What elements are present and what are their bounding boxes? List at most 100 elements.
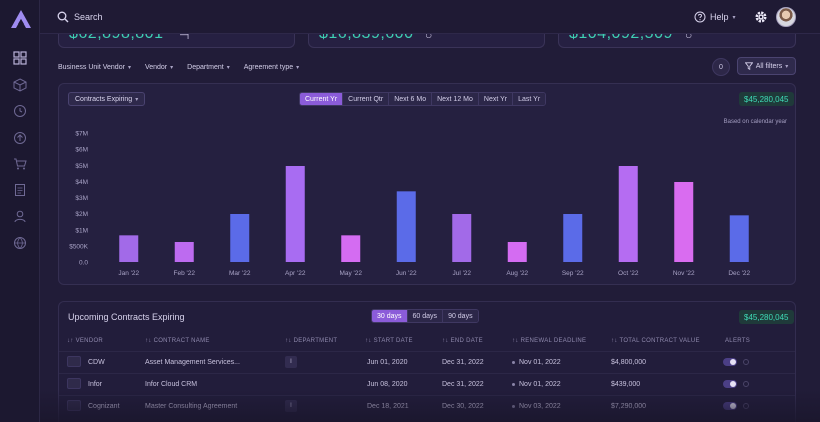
column-header-alerts: ALERTS bbox=[725, 338, 750, 344]
header-label: ALERTS bbox=[725, 338, 751, 344]
vendor-cell: CDW bbox=[88, 359, 105, 366]
all-filters-label: All filters bbox=[755, 62, 783, 70]
table-row[interactable]: CDW Asset Management Services... I Jun 0… bbox=[59, 351, 795, 373]
filter-label: Business Unit Vendor bbox=[58, 63, 125, 71]
kpi-value: $16,839,600 bbox=[319, 34, 413, 43]
column-header-end-date[interactable]: ↑↓ END DATE bbox=[442, 338, 483, 344]
bar-9[interactable] bbox=[618, 166, 638, 262]
renewal-date: Nov 03, 2022 bbox=[519, 403, 561, 410]
total-value-cell: $4,800,000 bbox=[611, 359, 647, 366]
bar-10[interactable] bbox=[674, 182, 694, 262]
cart-icon[interactable] bbox=[13, 157, 27, 171]
column-header-renewal-deadline[interactable]: ↑↓ RENEWAL DEADLINE bbox=[512, 338, 586, 344]
kpi-icon: ○ bbox=[685, 34, 693, 42]
chevron-down-icon: ▾ bbox=[170, 64, 174, 71]
bar-8[interactable] bbox=[563, 214, 583, 262]
document-icon[interactable] bbox=[13, 183, 27, 197]
column-header-contract-name[interactable]: ↑↓ CONTRACT NAME bbox=[145, 338, 210, 344]
y-tick-label: $6M bbox=[75, 147, 88, 154]
x-tick-label: Oct '22 bbox=[618, 270, 639, 277]
contracts-expiring-chart-card: Contracts Expiring ▾ Current Yr Current … bbox=[58, 83, 796, 285]
x-tick-label: May '22 bbox=[339, 270, 362, 277]
end-date-cell: Dec 31, 2022 bbox=[442, 381, 484, 388]
chevron-down-icon: ▾ bbox=[226, 64, 230, 71]
avatar[interactable] bbox=[776, 7, 796, 27]
help-menu[interactable]: Help ▾ bbox=[694, 10, 736, 24]
header-label: END DATE bbox=[450, 338, 483, 344]
filter-agreement-type[interactable]: Agreement type ▾ bbox=[244, 60, 299, 74]
bar-11[interactable] bbox=[729, 215, 749, 262]
user-icon[interactable] bbox=[13, 209, 27, 223]
table-row[interactable]: Infor Infor Cloud CRM Jun 08, 2020 Dec 3… bbox=[59, 373, 795, 395]
end-date-cell: Dec 31, 2022 bbox=[442, 359, 484, 366]
department-badge: I bbox=[285, 400, 297, 412]
chevron-down-icon: ▾ bbox=[296, 64, 300, 71]
renewal-deadline-cell: Nov 01, 2022 bbox=[512, 359, 561, 366]
y-tick-label: $4M bbox=[75, 179, 88, 186]
gear-icon[interactable] bbox=[754, 10, 768, 24]
bar-4[interactable] bbox=[341, 235, 361, 262]
y-tick-label: $2M bbox=[75, 211, 88, 218]
x-tick-label: Jul '22 bbox=[452, 270, 471, 277]
contract-name-cell[interactable]: Master Consulting Agreement bbox=[145, 403, 237, 410]
tab-90-days[interactable]: 90 days bbox=[443, 310, 478, 322]
clock-icon[interactable] bbox=[13, 104, 27, 118]
filter-business-unit[interactable]: Business Unit Vendor ▾ bbox=[58, 60, 131, 74]
alert-toggle[interactable] bbox=[723, 358, 737, 366]
contract-name-cell[interactable]: Asset Management Services... bbox=[145, 359, 240, 366]
alert-indicator bbox=[743, 359, 749, 365]
filter-vendor[interactable]: Vendor ▾ bbox=[145, 60, 173, 74]
y-tick-label: 0.0 bbox=[79, 260, 88, 267]
column-header-vendor[interactable]: ↓↑ VENDOR bbox=[67, 338, 103, 344]
column-header-department[interactable]: ↑↓ DEPARTMENT bbox=[285, 338, 337, 344]
cube-icon[interactable] bbox=[13, 78, 27, 92]
bar-3[interactable] bbox=[285, 166, 305, 262]
x-tick-label: Jun '22 bbox=[396, 270, 417, 277]
contract-name-cell[interactable]: Infor Cloud CRM bbox=[145, 381, 197, 388]
bar-2[interactable] bbox=[230, 214, 250, 262]
upload-icon[interactable] bbox=[13, 131, 27, 145]
tab-60-days[interactable]: 60 days bbox=[407, 310, 444, 322]
bar-1[interactable] bbox=[174, 242, 194, 262]
renewal-date: Nov 01, 2022 bbox=[519, 381, 561, 388]
renewal-deadline-cell: Nov 03, 2022 bbox=[512, 403, 561, 410]
globe-icon[interactable] bbox=[13, 236, 27, 250]
vendor-cell: Infor bbox=[88, 381, 103, 388]
alert-toggle[interactable] bbox=[723, 402, 737, 410]
filter-icon bbox=[744, 62, 753, 70]
top-bar: Help ▾ bbox=[40, 0, 820, 34]
bar-7[interactable] bbox=[507, 242, 527, 262]
dashboard-icon[interactable] bbox=[13, 51, 27, 65]
alert-indicator bbox=[743, 381, 749, 387]
vendor-logo bbox=[67, 356, 81, 367]
vendor-logo bbox=[67, 378, 81, 389]
header-label: START DATE bbox=[373, 338, 413, 344]
total-value-cell: $7,290,000 bbox=[611, 403, 647, 410]
app-logo-icon[interactable] bbox=[10, 9, 32, 29]
column-header-start-date[interactable]: ↑↓ START DATE bbox=[365, 338, 413, 344]
table-row[interactable]: Cognizant Master Consulting Agreement I … bbox=[59, 395, 795, 417]
filter-bar: Business Unit Vendor ▾ Vendor ▾ Department… bbox=[58, 60, 299, 74]
x-tick-label: Apr '22 bbox=[285, 270, 306, 277]
filter-count-badge[interactable]: 0 bbox=[712, 58, 730, 76]
header-label: TOTAL CONTRACT VALUE bbox=[619, 338, 700, 344]
kpi-value: $62,898,801 bbox=[69, 34, 163, 43]
bar-0[interactable] bbox=[119, 235, 139, 262]
all-filters-button[interactable]: All filters ▾ bbox=[737, 57, 796, 75]
renewal-date: Nov 01, 2022 bbox=[519, 359, 561, 366]
search-input[interactable] bbox=[74, 9, 374, 25]
status-dot bbox=[512, 382, 515, 386]
tab-30-days[interactable]: 30 days bbox=[372, 310, 408, 322]
kpi-card-renewals: $104,092,509 ○ bbox=[558, 34, 796, 48]
filter-department[interactable]: Department ▾ bbox=[187, 60, 230, 74]
column-header-total-value[interactable]: ↑↓ TOTAL CONTRACT VALUE bbox=[611, 338, 700, 344]
y-tick-label: $1M bbox=[75, 227, 88, 234]
days-tabs: 30 days 60 days 90 days bbox=[371, 309, 479, 323]
bar-5[interactable] bbox=[396, 191, 416, 262]
y-tick-label: $7M bbox=[75, 131, 88, 138]
bar-6[interactable] bbox=[452, 214, 472, 262]
start-date-cell: Jun 08, 2020 bbox=[367, 381, 408, 388]
header-label: RENEWAL DEADLINE bbox=[520, 338, 587, 344]
alert-toggle[interactable] bbox=[723, 380, 737, 388]
header-label: VENDOR bbox=[75, 338, 104, 344]
